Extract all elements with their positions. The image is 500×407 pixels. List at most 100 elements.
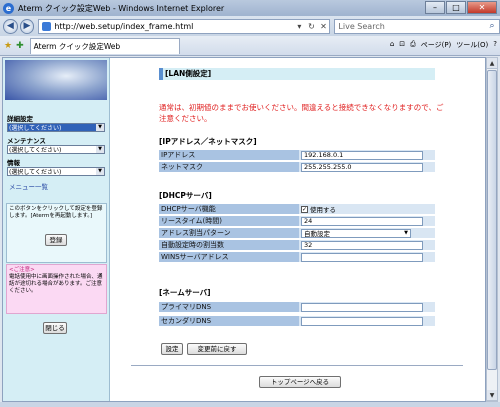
ip-address-label: IPアドレス — [159, 150, 299, 160]
menu-detail-select[interactable]: (選択してください) ▼ — [7, 123, 105, 132]
main-panel: [LAN側設定] 通常は、初期値のままでお使いください。間違えると接続できなくな… — [111, 58, 485, 401]
stop-icon[interactable]: ✕ — [317, 22, 329, 31]
aterm-logo — [5, 60, 107, 100]
tab-label: Aterm クイック設定Web — [33, 41, 121, 51]
caution-box: <ご注意> 電話使用中に画面操作された場合、通話が途切れる場合があります。ご注意… — [6, 264, 107, 314]
caution-text: 電話使用中に画面操作された場合、通話が途切れる場合があります。ご注意ください。 — [9, 274, 103, 294]
forward-button[interactable]: ▶ — [19, 18, 35, 34]
dhcp-enable-label: 使用する — [310, 206, 336, 214]
dhcp-section-title: [DHCPサーバ] — [159, 191, 212, 200]
wins-input[interactable] — [301, 252, 423, 262]
scroll-down-icon[interactable]: ▼ — [487, 390, 497, 401]
close-button[interactable]: 閉じる — [43, 322, 67, 334]
page-menu[interactable]: ページ(P) — [421, 40, 452, 50]
revert-button[interactable]: 変更前に戻す — [187, 343, 247, 355]
wins-row: WINSサーバアドレス — [159, 252, 435, 263]
ip-address-row: IPアドレス 192.168.0.1 — [159, 150, 435, 161]
help-icon[interactable]: ? — [493, 40, 497, 50]
auto-count-label: 自動設定時の割当数 — [159, 240, 299, 250]
select-value: (選択してください) — [9, 169, 62, 176]
maximize-button[interactable]: □ — [446, 1, 466, 14]
scroll-thumb[interactable] — [487, 70, 497, 370]
dhcp-enable-checkbox[interactable]: ✓ — [301, 205, 308, 213]
secondary-dns-input[interactable] — [301, 316, 423, 326]
dhcp-function-row: DHCPサーバ機能 ✓ 使用する — [159, 204, 435, 215]
chevron-down-icon: ▼ — [404, 230, 408, 236]
warning-text: 通常は、初期値のままでお使いください。間違えると接続できなくなりますので、ご注意… — [159, 103, 444, 123]
menu-list-link[interactable]: メニュー一覧 — [9, 181, 48, 191]
register-button[interactable]: 登録 — [45, 234, 67, 246]
caution-title: <ご注意> — [9, 267, 35, 273]
menu-info: 情報 (選択してください) ▼ — [7, 157, 107, 176]
netmask-row: ネットマスク 255.255.255.0 — [159, 162, 435, 173]
page-icon — [42, 21, 52, 31]
chevron-down-icon: ▼ — [96, 124, 104, 131]
feeds-icon[interactable]: ⊡ — [399, 40, 405, 50]
tab-bar: ★ ✚ Aterm クイック設定Web ⌂ ⊡ ⎙ ページ(P) ツール(O) … — [0, 36, 500, 56]
menu-detail: 詳細設定 (選択してください) ▼ — [7, 113, 107, 132]
home-icon[interactable]: ⌂ — [390, 40, 394, 50]
register-info-text: このボタンをクリックして設定を登録します。[Atermを再起動します。] — [9, 206, 103, 219]
page-content: 詳細設定 (選択してください) ▼ メンテナンス (選択してください) ▼ 情報… — [2, 57, 486, 402]
primary-dns-input[interactable] — [301, 302, 423, 312]
menu-detail-label: 詳細設定 — [7, 115, 33, 123]
lease-time-row: リースタイム(時間) 24 — [159, 216, 435, 227]
set-button[interactable]: 設定 — [161, 343, 183, 355]
address-dropdown-icon[interactable]: ▾ — [293, 22, 305, 31]
title-bar: e Aterm クイック設定Web - Windows Internet Exp… — [0, 0, 500, 16]
address-pattern-label: アドレス割当パターン — [159, 228, 299, 238]
ip-section-title: [IPアドレス／ネットマスク] — [159, 137, 257, 146]
page-title: [LAN側設定] — [159, 68, 435, 80]
netmask-label: ネットマスク — [159, 162, 299, 172]
vertical-scrollbar[interactable]: ▲ ▼ — [486, 57, 498, 402]
window-title: Aterm クイック設定Web - Windows Internet Explo… — [18, 3, 225, 13]
tab-aterm[interactable]: Aterm クイック設定Web — [29, 37, 180, 54]
address-pattern-row: アドレス割当パターン 自動設定 ▼ — [159, 228, 435, 239]
chevron-down-icon: ▼ — [96, 168, 104, 175]
netmask-input[interactable]: 255.255.255.0 — [301, 162, 423, 172]
search-input[interactable]: Live Search ⌕ — [334, 18, 500, 34]
ip-address-input[interactable]: 192.168.0.1 — [301, 150, 423, 160]
dhcp-function-label: DHCPサーバ機能 — [159, 204, 299, 214]
register-info-box: このボタンをクリックして設定を登録します。[Atermを再起動します。] 登録 — [6, 203, 107, 263]
favorites-star-icon[interactable]: ★ — [4, 41, 12, 51]
menu-maintenance-label: メンテナンス — [7, 137, 46, 145]
primary-dns-label: プライマリDNS — [159, 302, 299, 312]
auto-count-row: 自動設定時の割当数 32 — [159, 240, 435, 251]
wins-label: WINSサーバアドレス — [159, 252, 299, 262]
url-text: http://web.setup/index_frame.html — [54, 21, 194, 31]
menu-maintenance: メンテナンス (選択してください) ▼ — [7, 135, 107, 154]
select-value: 自動設定 — [304, 230, 330, 238]
refresh-icon[interactable]: ↻ — [305, 22, 317, 31]
menu-info-label: 情報 — [7, 159, 20, 167]
address-pattern-select[interactable]: 自動設定 ▼ — [301, 228, 411, 238]
auto-count-input[interactable]: 32 — [301, 240, 423, 250]
nameserver-section-title: [ネームサーバ] — [159, 288, 211, 297]
chevron-down-icon: ▼ — [96, 146, 104, 153]
tools-menu[interactable]: ツール(O) — [456, 40, 488, 50]
divider — [131, 365, 463, 366]
ie-logo-icon: e — [3, 2, 14, 14]
address-input[interactable]: http://web.setup/index_frame.html ▾ ↻ ✕ — [38, 18, 331, 34]
status-bar — [0, 402, 500, 407]
menu-maintenance-select[interactable]: (選択してください) ▼ — [7, 145, 105, 154]
close-window-button[interactable]: ✕ — [467, 1, 497, 14]
primary-dns-row: プライマリDNS — [159, 302, 435, 313]
minimize-button[interactable]: – — [425, 1, 445, 14]
add-favorite-icon[interactable]: ✚ — [16, 41, 24, 51]
lease-time-input[interactable]: 24 — [301, 216, 423, 226]
menu-info-select[interactable]: (選択してください) ▼ — [7, 167, 105, 176]
select-value: (選択してください) — [9, 125, 62, 132]
back-button[interactable]: ◀ — [3, 18, 18, 34]
secondary-dns-row: セカンダリDNS — [159, 316, 435, 327]
scroll-up-icon[interactable]: ▲ — [487, 58, 497, 69]
secondary-dns-label: セカンダリDNS — [159, 316, 299, 326]
sidebar: 詳細設定 (選択してください) ▼ メンテナンス (選択してください) ▼ 情報… — [3, 58, 110, 401]
search-placeholder: Live Search — [338, 21, 385, 31]
address-bar-row: ◀ ▶ http://web.setup/index_frame.html ▾ … — [0, 16, 500, 36]
top-page-button[interactable]: トップページへ戻る — [259, 376, 341, 388]
select-value: (選択してください) — [9, 147, 62, 154]
lease-time-label: リースタイム(時間) — [159, 216, 299, 226]
search-icon[interactable]: ⌕ — [485, 21, 499, 31]
print-icon[interactable]: ⎙ — [410, 40, 416, 50]
